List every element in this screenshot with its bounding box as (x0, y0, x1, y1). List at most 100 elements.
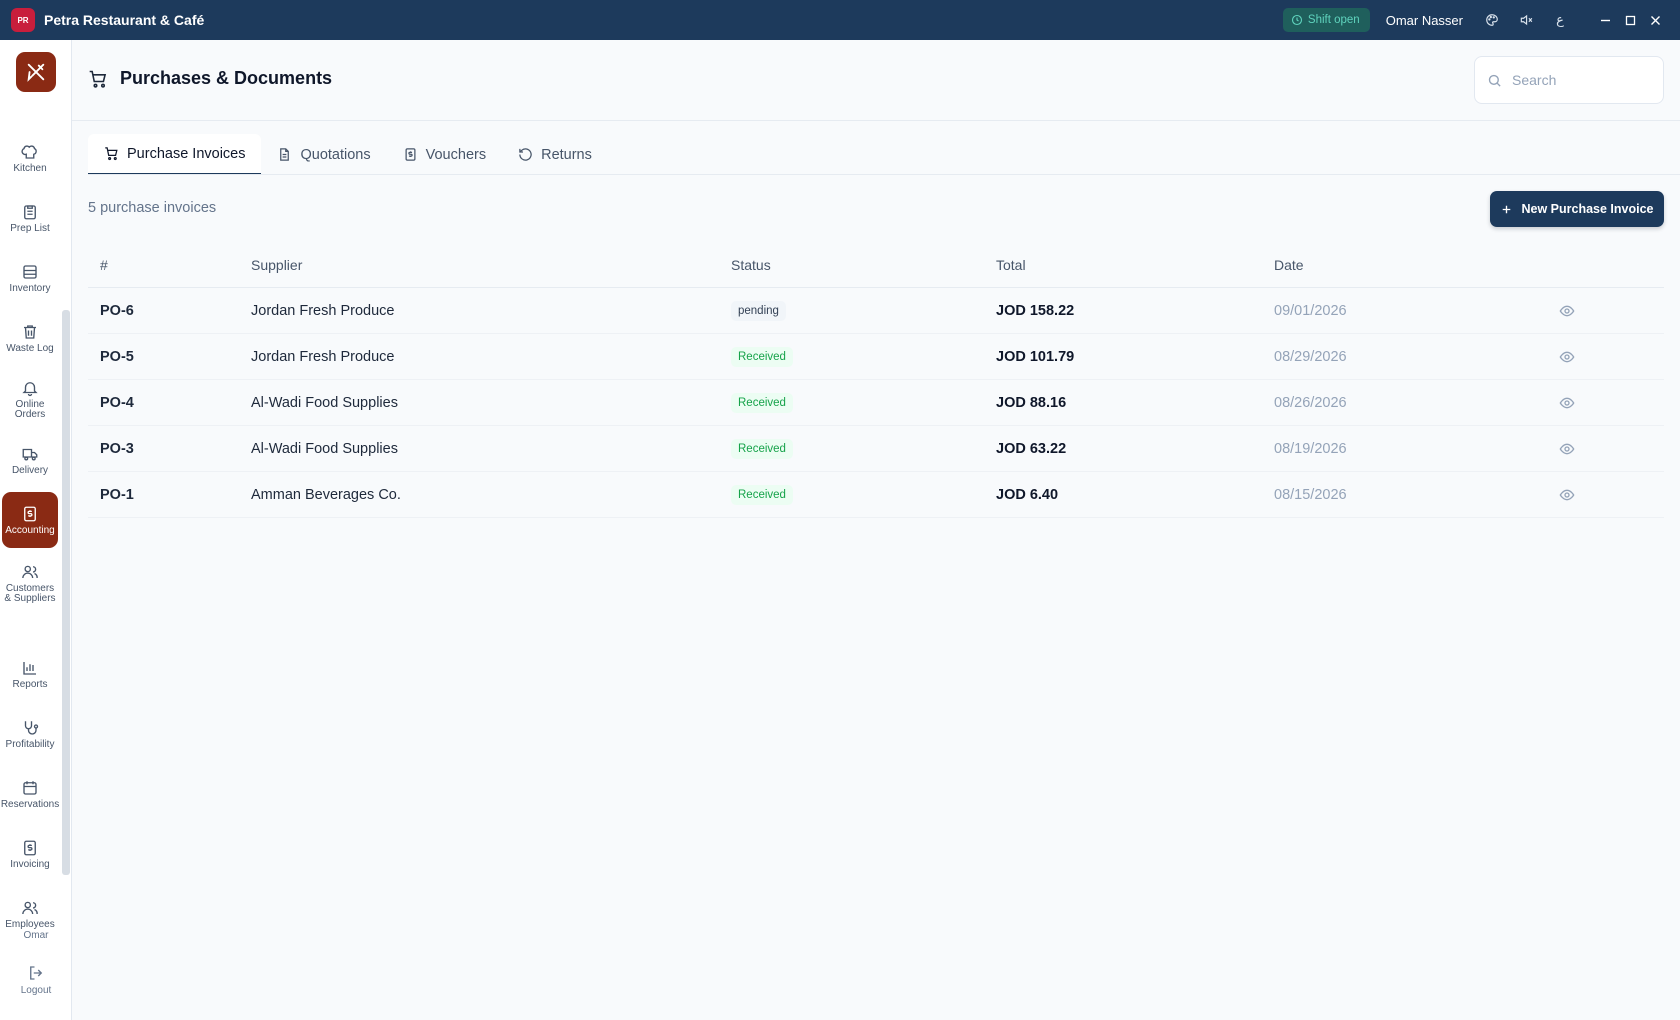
minimize-button[interactable] (1593, 0, 1618, 40)
logout-button[interactable]: Logout (8, 955, 64, 1005)
sidebar-item-label: Employees (5, 918, 55, 930)
invoice-date: 08/19/2026 (1274, 440, 1347, 457)
bell-icon (22, 381, 38, 396)
view-eye-icon[interactable] (1559, 349, 1575, 365)
table-row[interactable]: PO-4 Al-Wadi Food Supplies Received JOD … (88, 380, 1664, 426)
close-button[interactable] (1643, 0, 1668, 40)
invoice-number: PO-1 (100, 486, 134, 503)
invoice-date: 08/29/2026 (1274, 348, 1347, 365)
column-header-supplier[interactable]: Supplier (251, 257, 731, 273)
page-header: Purchases & Documents (72, 40, 1680, 121)
invoice-number: PO-5 (100, 348, 134, 365)
invoice-total: JOD 101.79 (996, 348, 1075, 365)
archive-icon (23, 264, 37, 279)
user-name[interactable]: Omar Nasser (1386, 13, 1463, 28)
status-badge: Received (731, 346, 793, 367)
chef-hat-icon (21, 144, 37, 159)
search-box[interactable] (1474, 56, 1664, 104)
view-eye-icon[interactable] (1559, 303, 1575, 319)
clock-icon (1291, 14, 1302, 26)
table-header: # Supplier Status Total Date (88, 242, 1664, 288)
shift-status-label: Shift open (1307, 14, 1360, 26)
receipt-icon (24, 840, 36, 855)
sidebar-scrollbar[interactable] (62, 310, 70, 875)
invoice-total: JOD 6.40 (996, 486, 1059, 503)
sidebar-item-invoicing[interactable]: Invoicing (2, 826, 58, 882)
table-row[interactable]: PO-1 Amman Beverages Co. Received JOD 6.… (88, 472, 1664, 518)
new-purchase-invoice-button[interactable]: New Purchase Invoice (1490, 191, 1664, 227)
column-header-status[interactable]: Status (731, 257, 996, 273)
tab-label: Returns (541, 146, 592, 163)
table-row[interactable]: PO-5 Jordan Fresh Produce Received JOD 1… (88, 334, 1664, 380)
sidebar-item-label: Reservations (0, 798, 60, 810)
document-icon (280, 148, 290, 161)
sidebar-item-label: Inventory (9, 282, 51, 294)
sidebar-item-label: Customers & Suppliers (4, 582, 56, 604)
status-badge: Received (731, 484, 793, 505)
sidebar-item-label: Profitability (5, 738, 55, 750)
minimize-icon (1601, 19, 1610, 21)
receipt-dollar-icon (405, 148, 416, 161)
table-row[interactable]: PO-6 Jordan Fresh Produce pending JOD 15… (88, 288, 1664, 334)
search-input[interactable] (1512, 72, 1642, 88)
rotate-ccw-icon (519, 148, 532, 161)
utensils-icon (27, 63, 45, 82)
tab-bar: Purchase Invoices Quotations Vouchers Re… (88, 134, 608, 175)
column-header-date[interactable]: Date (1274, 257, 1559, 273)
sidebar-item-label: Invoicing (10, 858, 50, 870)
sidebar-item-prep-list[interactable]: Prep List (2, 190, 58, 246)
tab-vouchers[interactable]: Vouchers (387, 134, 502, 175)
sidebar-item-waste-log[interactable]: Waste Log (2, 310, 58, 366)
tab-divider (88, 174, 1680, 175)
tab-quotations[interactable]: Quotations (261, 134, 386, 175)
sidebar-item-online-orders[interactable]: Online Orders (2, 366, 58, 432)
users-icon (22, 565, 38, 578)
supplier-name: Jordan Fresh Produce (251, 348, 395, 365)
sidebar-user-name: Omar (23, 930, 49, 941)
sidebar-item-kitchen[interactable]: Kitchen (2, 130, 58, 186)
sidebar-item-label: Waste Log (6, 342, 54, 354)
tab-label: Purchase Invoices (127, 145, 246, 162)
supplier-name: Al-Wadi Food Supplies (251, 440, 398, 457)
sidebar-item-customers-suppliers[interactable]: Customers & Suppliers (2, 550, 58, 616)
sidebar-item-accounting[interactable]: Accounting (2, 492, 58, 548)
invoice-total: JOD 63.22 (996, 440, 1067, 457)
tab-returns[interactable]: Returns (502, 134, 608, 175)
sidebar-item-reservations[interactable]: Reservations (0, 766, 60, 822)
mute-icon[interactable] (1517, 11, 1535, 29)
sidebar-item-inventory[interactable]: Inventory (2, 250, 58, 306)
app-title: Petra Restaurant & Café (44, 12, 205, 28)
search-icon (1488, 74, 1501, 87)
receipt-dollar-icon (24, 506, 36, 521)
supplier-name: Jordan Fresh Produce (251, 302, 395, 319)
column-header-total[interactable]: Total (996, 257, 1274, 273)
column-header-number[interactable]: # (88, 257, 251, 273)
invoice-date: 09/01/2026 (1274, 302, 1347, 319)
sidebar: Kitchen Prep List Inventory Waste Log On… (0, 40, 72, 1020)
shift-status-badge[interactable]: Shift open (1282, 8, 1370, 32)
view-eye-icon[interactable] (1559, 487, 1575, 503)
tab-label: Vouchers (425, 146, 487, 163)
supplier-name: Al-Wadi Food Supplies (251, 394, 398, 411)
maximize-icon (1625, 15, 1636, 25)
palette-icon[interactable] (1483, 11, 1501, 29)
invoice-number: PO-4 (100, 394, 134, 411)
view-eye-icon[interactable] (1559, 395, 1575, 411)
restaurant-logo[interactable] (16, 52, 56, 92)
sidebar-item-label: Reports (12, 678, 48, 690)
table-row[interactable]: PO-3 Al-Wadi Food Supplies Received JOD … (88, 426, 1664, 472)
purchase-invoices-table: # Supplier Status Total Date PO-6 Jordan… (88, 242, 1664, 518)
app-logo: PR (11, 8, 35, 32)
logout-icon (30, 966, 43, 980)
maximize-button[interactable] (1618, 0, 1643, 40)
view-eye-icon[interactable] (1559, 441, 1575, 457)
language-toggle[interactable]: ع (1551, 11, 1569, 29)
sidebar-item-reports[interactable]: Reports (2, 646, 58, 702)
bar-chart-icon (23, 661, 36, 675)
sidebar-item-delivery[interactable]: Delivery (2, 432, 58, 488)
sidebar-item-profitability[interactable]: Profitability (2, 706, 58, 762)
tab-label: Quotations (300, 146, 371, 163)
logout-label: Logout (20, 985, 52, 996)
tab-purchase-invoices[interactable]: Purchase Invoices (88, 134, 262, 175)
invoice-number: PO-3 (100, 440, 134, 457)
